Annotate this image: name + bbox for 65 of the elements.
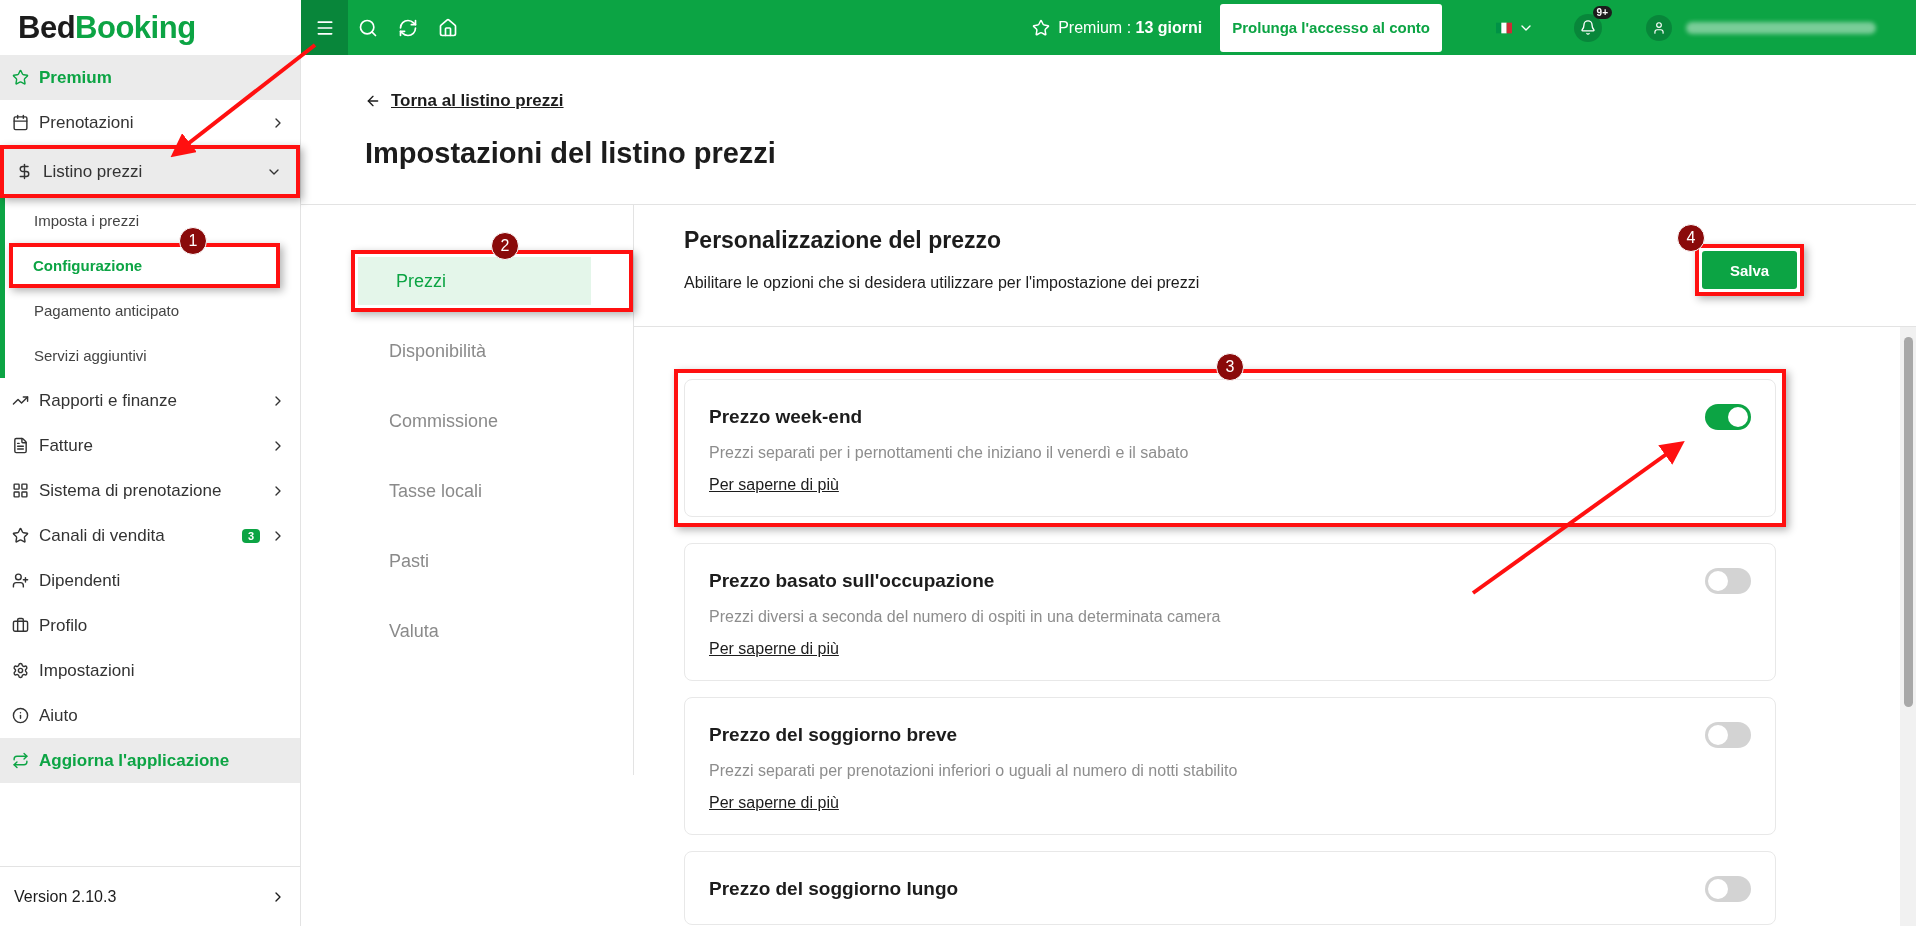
sidebar-item-label: Profilo xyxy=(39,615,89,636)
refresh-icon xyxy=(398,17,418,38)
notification-count: 9+ xyxy=(1592,5,1612,19)
premium-days-text: Premium : 13 giorni xyxy=(1058,18,1203,37)
section-subtitle: Abilitare le opzioni che si desidera utilizzare per l'impostazione dei prezzi xyxy=(684,274,1200,292)
sidebar-item-icon xyxy=(12,527,29,544)
search-icon xyxy=(358,17,378,38)
avatar-icon[interactable] xyxy=(1646,14,1672,41)
option-description: Prezzi diversi a seconda del numero di ospiti in una determinata camera xyxy=(709,608,1222,626)
toggle-switch[interactable] xyxy=(1705,568,1751,594)
option-description: Prezzi separati per i pernottamenti che iniziano il venerdì e il sabato xyxy=(709,444,1190,462)
sidebar-item-icon xyxy=(12,572,29,589)
scrollbar[interactable] xyxy=(1900,327,1916,926)
sidebar-item-icon xyxy=(12,617,29,634)
menu-button[interactable] xyxy=(301,0,348,55)
count-badge: 3 xyxy=(241,528,260,543)
sidebar-item-label: Listino prezzi xyxy=(43,161,144,182)
option-title: Prezzo del soggiorno lungo xyxy=(709,878,959,900)
version-row[interactable]: Version 2.10.3 xyxy=(0,866,300,926)
step-number-badge: 2 xyxy=(491,232,519,260)
option-title: Prezzo basato sull'occupazione xyxy=(709,570,995,592)
toggle-switch[interactable] xyxy=(1705,404,1751,430)
sidebar-item-icon xyxy=(12,662,29,679)
sidebar-item-label: Rapporti e finanze xyxy=(39,390,178,411)
submenu-item[interactable]: Servizi aggiuntivi xyxy=(5,333,155,378)
settings-tab[interactable]: Disponibilità xyxy=(351,327,584,375)
step-number-badge: 1 xyxy=(179,227,207,255)
sidebar-item-label: Premium xyxy=(39,67,113,88)
sidebar-item-icon xyxy=(12,707,29,724)
toggle-switch[interactable] xyxy=(1705,876,1751,902)
sidebar-item-label: Fatture xyxy=(39,435,94,456)
step-number-badge: 4 xyxy=(1677,224,1705,252)
sidebar-item-icon xyxy=(12,69,29,86)
section-title: Personalizzazione del prezzo xyxy=(684,227,1002,254)
arrow-left-icon xyxy=(365,93,381,109)
option-description: Prezzi separati per prenotazioni inferiori o uguali al numero di notti stabilito xyxy=(709,762,1239,780)
sidebar-item-label: Sistema di prenotazione xyxy=(39,480,223,501)
sidebar-item-label: Prenotazioni xyxy=(39,112,135,133)
flag-icon xyxy=(1496,21,1512,34)
submenu-item[interactable]: Pagamento anticipato xyxy=(5,288,188,333)
sidebar-item-label: Canali di vendita xyxy=(39,525,166,546)
sidebar-item-icon xyxy=(12,482,29,499)
option-title: Prezzo week-end xyxy=(709,406,863,428)
settings-tab[interactable]: Commissione xyxy=(351,397,584,445)
sidebar-item-icon xyxy=(12,114,29,131)
page-title: Impostazioni del listino prezzi xyxy=(365,137,777,170)
learn-more-link[interactable]: Per saperne di più xyxy=(709,794,839,812)
star-icon xyxy=(1032,18,1051,37)
sidebar-item-icon xyxy=(12,437,29,454)
learn-more-link[interactable]: Per saperne di più xyxy=(709,640,839,658)
option-title: Prezzo del soggiorno breve xyxy=(709,724,958,746)
sidebar-item-icon xyxy=(12,752,29,769)
toggle-switch[interactable] xyxy=(1705,722,1751,748)
submenu-item[interactable]: Imposta i prezzi xyxy=(5,198,148,243)
sidebar-item-label: Impostazioni xyxy=(39,660,136,681)
sidebar-item-label: Aggiorna l'applicazione xyxy=(39,750,231,771)
sidebar-item-label: Dipendenti xyxy=(39,570,122,591)
back-link[interactable]: Torna al listino prezzi xyxy=(365,91,564,111)
sidebar-item-label: Aiuto xyxy=(39,705,79,726)
sidebar-item[interactable]: Listino prezzi xyxy=(4,149,296,194)
bell-icon xyxy=(1580,19,1596,36)
learn-more-link[interactable]: Per saperne di più xyxy=(709,476,839,494)
version-text: Version 2.10.3 xyxy=(14,887,117,906)
step-number-badge: 3 xyxy=(1216,353,1244,381)
home-icon xyxy=(438,17,458,38)
